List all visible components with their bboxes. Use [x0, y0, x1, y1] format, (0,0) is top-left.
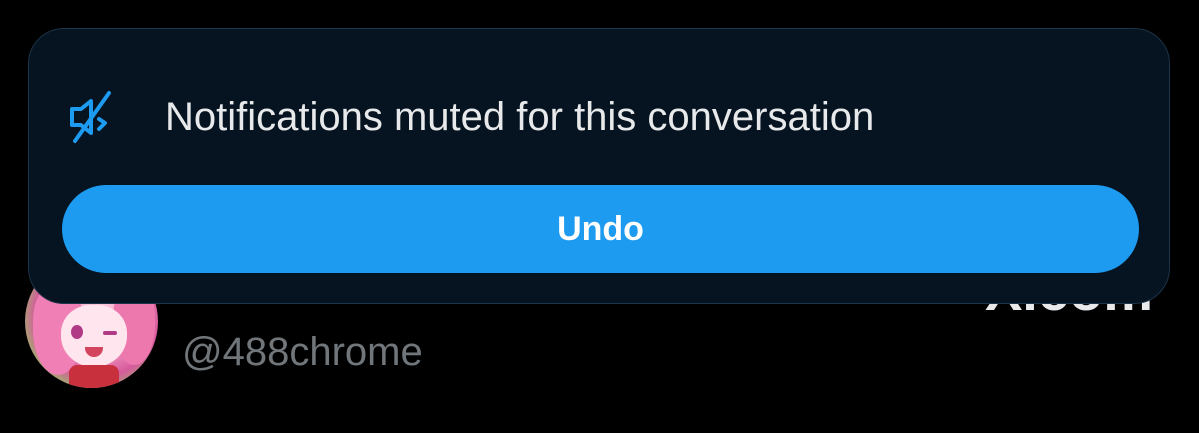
- user-handle: @488chrome: [182, 330, 423, 374]
- avatar-eye-left: [71, 325, 83, 339]
- toast-message: Notifications muted for this conversatio…: [165, 94, 875, 139]
- avatar-collar: [69, 365, 119, 388]
- avatar-eye-right: [103, 331, 117, 335]
- avatar-face: [61, 305, 127, 367]
- bell-muted-icon: [69, 89, 115, 145]
- undo-button[interactable]: Undo: [62, 185, 1139, 273]
- toast-message-row: Notifications muted for this conversatio…: [69, 89, 874, 145]
- mute-notification-toast: Notifications muted for this conversatio…: [28, 28, 1170, 304]
